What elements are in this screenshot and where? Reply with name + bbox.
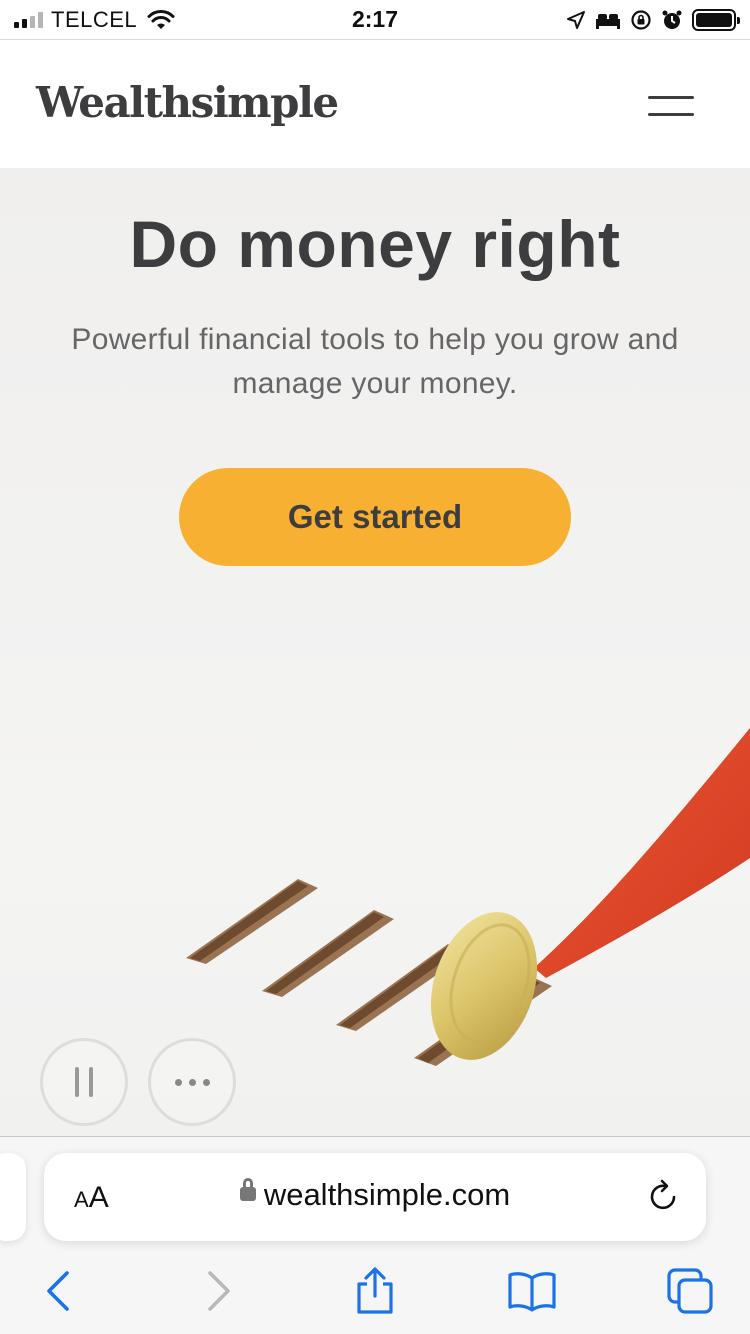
status-right xyxy=(566,7,740,33)
hero-subtitle: Powerful financial tools to help you gro… xyxy=(71,323,679,400)
wealthsimple-logo[interactable]: Wealthsimple xyxy=(36,78,339,127)
status-bar: TELCEL 2:17 xyxy=(0,0,750,40)
video-pause-button[interactable] xyxy=(40,1038,128,1126)
share-icon[interactable] xyxy=(347,1263,403,1319)
site-header: Wealthsimple xyxy=(0,40,750,168)
location-arrow-icon xyxy=(567,11,585,29)
coin-slot-illustration xyxy=(186,728,750,1066)
get-started-button[interactable]: Get started xyxy=(179,468,571,566)
rotation-lock-icon xyxy=(631,10,651,30)
tabs-icon[interactable] xyxy=(662,1263,718,1319)
previous-tab-card[interactable] xyxy=(0,1153,26,1241)
bed-icon xyxy=(596,14,620,29)
lock-icon xyxy=(239,1177,256,1201)
video-more-button[interactable] xyxy=(148,1038,236,1126)
forward-icon[interactable] xyxy=(191,1263,247,1319)
url-display[interactable]: wealthsimple.com xyxy=(44,1177,706,1213)
more-icon xyxy=(174,1078,210,1086)
battery-icon xyxy=(692,9,740,31)
browser-bottom-bar: AA wealthsimple.com xyxy=(0,1136,750,1334)
back-icon[interactable] xyxy=(30,1263,86,1319)
bookmarks-icon[interactable] xyxy=(504,1263,560,1319)
address-bar[interactable]: AA wealthsimple.com xyxy=(44,1153,706,1241)
browser-toolbar xyxy=(0,1253,750,1325)
hamburger-menu-icon[interactable] xyxy=(648,96,694,118)
reload-icon[interactable] xyxy=(648,1179,680,1213)
alarm-icon xyxy=(662,10,682,29)
hero-section: Do money right Powerful financial tools … xyxy=(0,168,750,1136)
url-text: wealthsimple.com xyxy=(263,1177,511,1212)
hero-title: Do money right xyxy=(129,207,621,281)
pause-icon xyxy=(75,1067,93,1097)
